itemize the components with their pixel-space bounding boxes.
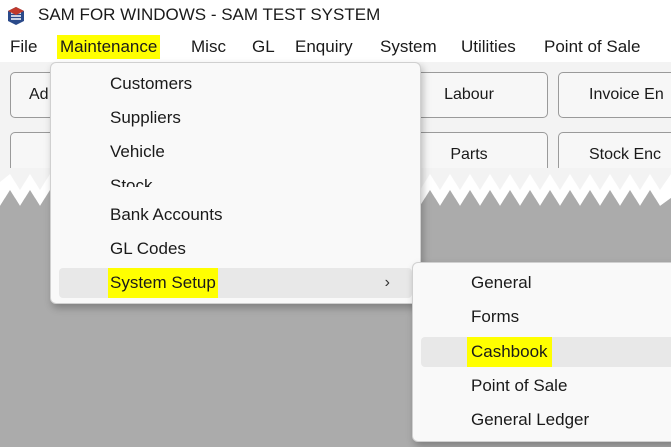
menu-point-of-sale[interactable]: Point of Sale [544, 35, 640, 59]
menu-file[interactable]: File [10, 35, 37, 59]
menu-item-label: Bank Accounts [110, 205, 223, 224]
menu-item-label: GL Codes [110, 239, 186, 258]
toolbar-button-invoice-entry[interactable]: Invoice En [558, 72, 671, 118]
menu-utilities[interactable]: Utilities [461, 35, 516, 59]
window-title: SAM FOR WINDOWS - SAM TEST SYSTEM [38, 5, 381, 24]
menu-item-label: Customers [110, 74, 193, 93]
menu-item-label: Stock [110, 176, 153, 187]
menu-item-cashbook[interactable]: Cashbook [421, 337, 671, 367]
menu-item-general-ledger[interactable]: General Ledger [413, 405, 671, 435]
menu-item-label: General Ledger [471, 410, 590, 429]
menu-item-label: Vehicle [110, 142, 165, 161]
title-bar: SAM FOR WINDOWS - SAM TEST SYSTEM [0, 0, 671, 32]
menu-maintenance[interactable]: Maintenance [57, 35, 161, 59]
menu-item-stock[interactable]: Stock [51, 171, 420, 187]
menu-item-gl-codes[interactable]: GL Codes [51, 234, 420, 264]
menu-item-label: System Setup [108, 268, 218, 298]
menu-bar: File Maintenance Misc GL Enquiry System … [0, 32, 671, 62]
menu-gl[interactable]: GL [252, 35, 275, 59]
menu-item-general[interactable]: General [413, 268, 671, 298]
menu-item-label: Forms [471, 307, 520, 326]
menu-item-point-of-sale[interactable]: Point of Sale [413, 371, 671, 401]
menu-enquiry[interactable]: Enquiry [295, 35, 353, 59]
menu-system[interactable]: System [380, 35, 437, 59]
menu-item-vehicle[interactable]: Vehicle [51, 137, 420, 167]
app-logo-icon [8, 7, 24, 25]
menu-item-bank-accounts[interactable]: Bank Accounts [51, 200, 420, 230]
menu-item-label: Cashbook [467, 337, 552, 367]
menu-item-system-setup[interactable]: System Setup › [59, 268, 412, 298]
system-setup-submenu: General Forms Cashbook Point of Sale Gen… [412, 262, 671, 442]
menu-item-label: General [471, 273, 532, 292]
maintenance-menu: Customers Suppliers Vehicle Stock Bank A… [50, 62, 421, 304]
menu-item-label: Suppliers [110, 108, 181, 127]
menu-item-customers[interactable]: Customers [51, 69, 420, 99]
menu-item-label: Point of Sale [471, 376, 568, 395]
menu-item-forms[interactable]: Forms [413, 302, 671, 332]
menu-item-suppliers[interactable]: Suppliers [51, 103, 420, 133]
chevron-right-icon: › [384, 274, 390, 291]
menu-misc[interactable]: Misc [191, 35, 226, 59]
